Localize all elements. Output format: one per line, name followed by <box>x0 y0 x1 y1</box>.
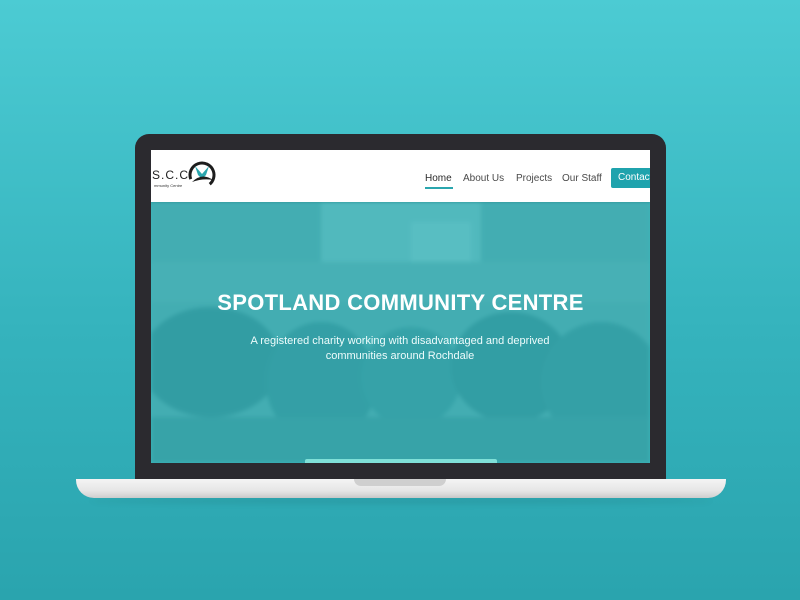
main-nav: Home About Us Projects Our Staff Contact <box>151 167 650 191</box>
hero-section: SPOTLAND COMMUNITY CENTRE A registered c… <box>151 202 650 463</box>
nav-item-about-us[interactable]: About Us <box>463 173 504 184</box>
hero-title: SPOTLAND COMMUNITY CENTRE <box>217 290 584 315</box>
laptop-lid: S.C.C mmunity Centre Home About Us Proje… <box>135 134 666 480</box>
nav-item-our-staff[interactable]: Our Staff <box>562 173 602 184</box>
contact-button[interactable]: Contact <box>611 168 650 188</box>
nav-item-home[interactable]: Home <box>425 173 452 184</box>
nav-active-indicator <box>425 187 453 189</box>
hero-subtitle: A registered charity working with disadv… <box>250 335 550 362</box>
nav-item-projects[interactable]: Projects <box>516 173 552 184</box>
site-header: S.C.C mmunity Centre Home About Us Proje… <box>151 150 650 202</box>
hero-accent-bar <box>305 459 497 463</box>
hero-color-overlay <box>151 202 650 463</box>
laptop-screen: S.C.C mmunity Centre Home About Us Proje… <box>151 150 650 463</box>
laptop-base-notch <box>354 479 446 486</box>
laptop-base <box>76 479 726 498</box>
laptop-shadow <box>90 498 712 504</box>
